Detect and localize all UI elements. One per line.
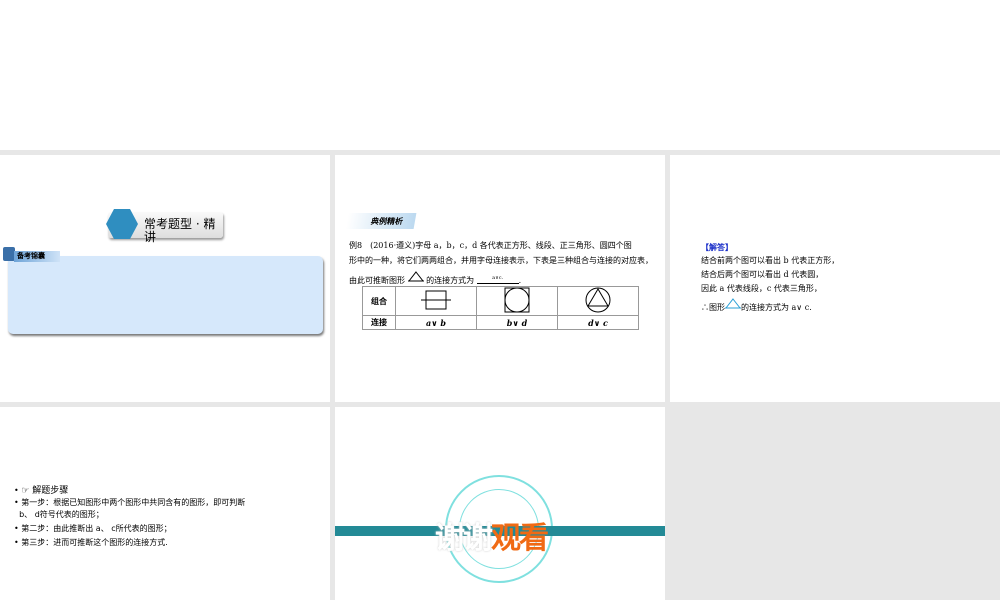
text: . [518,276,522,285]
connection-cell: b∨ d [476,315,558,330]
slide-thumbnail-3[interactable]: 【解答】 结合前两个图可以看出 b 代表正方形， 结合后两个图可以看出 d 代表… [670,155,1000,402]
step-item: • 第三步：进而可推断这个图形的连接方式. [14,538,168,547]
answer-conclusion: ∴图形 的连接方式为 a∨ c. [701,298,812,313]
answer-heading: 【解答】 [701,242,733,252]
answer-blank: a∨c. [476,273,519,284]
step-item: • 第二步：由此推断出 a、 c所代表的图形； [14,524,172,533]
text: 的连接方式为 [426,276,475,285]
answer-line: 结合后两个图可以看出 d 代表圆， [701,270,824,279]
text: ∴图形 [701,303,725,312]
row-header: 连接 [362,315,396,330]
square-circle-figure [476,286,558,316]
connection-cell: d∨ c [557,315,639,330]
square-line-figure [395,286,477,316]
slide-thumbnail-1[interactable]: 常考题型 · 精讲 备考锦囊 [0,155,330,402]
answer-line: 结合前两个图可以看出 b 代表正方形， [701,256,840,265]
text: 的连接方式为 a∨ c. [741,303,812,312]
slide-thumbnail-2[interactable]: 典例精析 例8 (2016·遵义)字母 a，b，c，d 各代表正方形、线段、正三… [335,155,665,402]
question-line-1: 例8 (2016·遵义)字母 a，b，c，d 各代表正方形、线段、正三角形、圆四… [349,241,632,250]
tips-tag: 备考锦囊 [14,251,60,262]
triangle-circle-figure-icon [407,271,424,282]
example-tag: 典例精析 [345,213,417,229]
combination-table: 组合 连接 a∨ b b∨ d d∨ c [362,286,639,330]
question-line-2: 形中的一种，将它们两两组合，并用字母连接表示，下表是三种组合与连接的对应表， [349,256,653,265]
connection-cell: a∨ b [395,315,477,330]
section-title: 常考题型 · 精讲 [144,217,216,244]
triangle-figure-icon [724,298,742,309]
row-header: 组合 [362,286,396,316]
step-item: • 第一步：根据已知图形中两个图形中共同含有的图形，即可判断 [14,498,246,507]
slide-thumbnail-4[interactable]: • ☞ 解题步骤 • 第一步：根据已知图形中两个图形中共同含有的图形，即可判断 … [0,407,330,600]
steps-list: • ☞ 解题步骤 • 第一步：根据已知图形中两个图形中共同含有的图形，即可判断 … [14,485,245,549]
text: 由此可推断图形 [349,276,405,285]
question-line-3: 由此可推断图形 的连接方式为 a∨c.. [349,271,521,286]
answer-line: 因此 a 代表线段，c 代表三角形， [701,284,822,293]
step-item: • ☞ 解题步骤 [14,486,69,496]
step-item: b、 d符号代表的图形； [19,510,104,519]
blank-top-area [0,0,1000,150]
thanks-text: 谢谢观看 [435,521,549,556]
circle-triangle-figure [557,286,639,316]
tips-box [8,256,323,334]
slide-thumbnail-5[interactable]: 谢谢观看 [335,407,665,600]
